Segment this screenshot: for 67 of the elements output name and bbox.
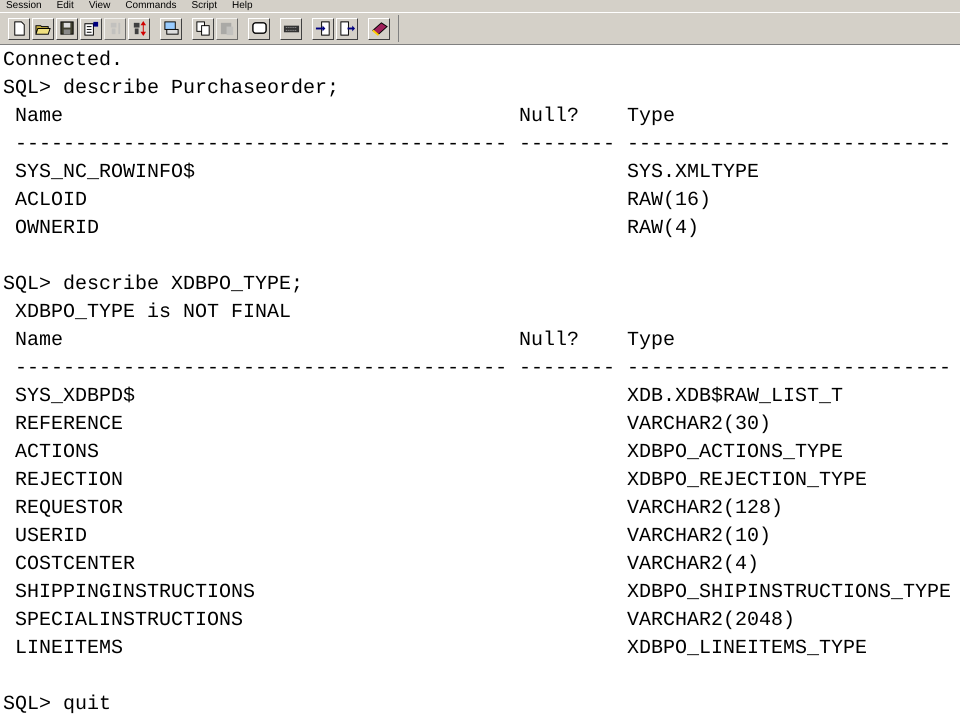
table-cell-text: VARCHAR2(2048) [627, 608, 796, 634]
table-cell-text: REJECTION [15, 468, 124, 494]
table-cell-text: XDBPO_ACTIONS_TYPE [627, 440, 844, 466]
table-cell-text: SYS_NC_ROWINFO$ [15, 160, 196, 186]
table-cell-text: VARCHAR2(10) [627, 524, 772, 550]
toolbar-button[interactable] [160, 18, 182, 40]
menu-item[interactable]: Script [191, 0, 218, 12]
table-cell-text: SYS.XMLTYPE [627, 160, 760, 186]
toolbar-button[interactable] [56, 18, 78, 40]
table-cell-text: OWNERID [15, 216, 100, 242]
column-header: Type [627, 328, 676, 354]
menu-item[interactable]: View [88, 0, 110, 12]
dashed-rule: ----------------------------------------- [15, 132, 508, 158]
dashed-rule: -------- [519, 356, 616, 382]
table-cell-text: RAW(4) [627, 216, 700, 242]
menu-item[interactable]: Session [6, 0, 42, 12]
table-cell-text: SHIPPINGINSTRUCTIONS [15, 580, 256, 606]
table-cell-text: SPECIALINSTRUCTIONS [15, 608, 244, 634]
dashed-rule: --------------------------- [627, 132, 952, 158]
menu-item[interactable]: Edit [56, 0, 74, 12]
export-file-icon [338, 20, 356, 37]
toolbar-button[interactable] [336, 18, 358, 40]
column-header: Type [627, 104, 676, 130]
column-header: Null? [519, 104, 580, 130]
column-header: Name [15, 328, 64, 354]
console-line: XDBPO_TYPE is NOT FINAL [14, 300, 292, 326]
toolbar-button[interactable] [128, 18, 150, 40]
table-cell-text: ACTIONS [15, 440, 100, 466]
menu-item[interactable]: Commands [125, 0, 176, 12]
table-cell-text: REFERENCE [15, 412, 124, 438]
table-cell-text: USERID [15, 524, 88, 550]
table-cell-text: RAW(16) [627, 188, 712, 214]
toolbar-button[interactable] [80, 18, 102, 40]
toolbar-button[interactable] [312, 18, 334, 40]
screen-icon [250, 20, 268, 37]
table-cell-text: ACLOID [15, 188, 88, 214]
table-cell-text: SYS_XDBPD$ [15, 384, 136, 410]
table-cell-text: XDBPO_REJECTION_TYPE [627, 468, 868, 494]
console-line: SQL> describe Purchaseorder; [3, 76, 340, 102]
console-line: Connected. [3, 48, 124, 74]
table-cell-text: LINEITEMS [15, 636, 124, 662]
table-cell-text: XDB.XDB$RAW_LIST_T [627, 384, 844, 410]
dashed-rule: ----------------------------------------- [15, 356, 508, 382]
toolbar-button[interactable] [192, 18, 214, 40]
toolbar-button[interactable] [8, 18, 30, 40]
column-header: Null? [519, 328, 580, 354]
table-cell-text: VARCHAR2(128) [627, 496, 784, 522]
dashed-rule: --------------------------- [627, 356, 952, 382]
toolbar-button[interactable] [248, 18, 270, 40]
table-cell-text: REQUESTOR [15, 496, 124, 522]
dashed-rule: -------- [519, 132, 616, 158]
document-arrow-icon [82, 20, 100, 37]
computer-printer-icon [162, 20, 180, 37]
toolbar-button[interactable] [32, 18, 54, 40]
column-header: Name [15, 104, 64, 130]
toolbar-button[interactable] [280, 18, 302, 40]
menu-item[interactable]: Help [232, 0, 253, 12]
toolbar-button[interactable] [368, 18, 390, 40]
import-file-icon [314, 20, 332, 37]
table-cell-text: XDBPO_LINEITEMS_TYPE [627, 636, 868, 662]
table-cell-text: XDBPO_SHIPINSTRUCTIONS_TYPE [627, 580, 952, 606]
console-line: SQL> describe XDBPO_TYPE; [3, 272, 304, 298]
table-cell-text: VARCHAR2(30) [627, 412, 772, 438]
table-cell-text: VARCHAR2(4) [627, 552, 760, 578]
console-line: SQL> quit [3, 692, 112, 718]
copy-icon [194, 20, 212, 37]
table-cell-text: COSTCENTER [15, 552, 136, 578]
